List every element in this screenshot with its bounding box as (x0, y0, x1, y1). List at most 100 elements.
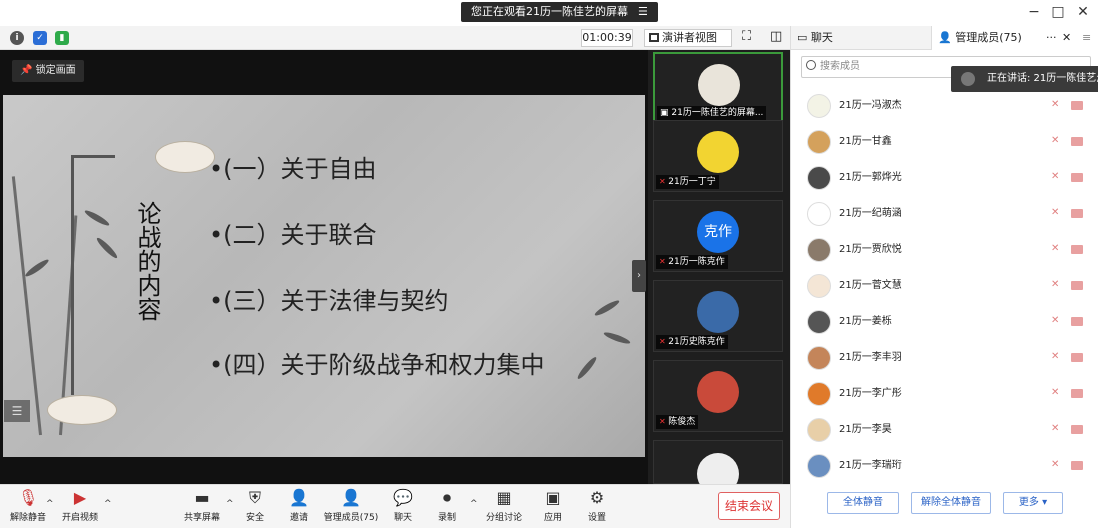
tab-chat[interactable]: ▭ 聊天 (791, 26, 931, 50)
video-off-icon[interactable] (1071, 245, 1083, 254)
watching-banner-text: 您正在观看21历一陈佳艺的屏幕 (471, 5, 628, 18)
search-placeholder: 搜索成员 (820, 61, 860, 72)
member-row[interactable]: 21历一李昊 ✕ (791, 412, 1098, 448)
video-off-icon[interactable] (1071, 281, 1083, 290)
bottom-toolbar: 🎙 解除静音 ^ ▶ 开启视频 ^ ▬ 共享屏幕 ^ ⛨ 安全 👤 邀请 👤 管理成员(75… (0, 484, 790, 528)
member-row[interactable]: 21历一李广彤 ✕ (791, 376, 1098, 412)
video-off-icon[interactable] (1071, 137, 1083, 146)
member-name: 21历一李昊 (839, 424, 892, 435)
info-icon[interactable]: i (10, 31, 24, 45)
sidebar-toggle-icon[interactable]: ◫ (770, 29, 782, 44)
bamboo-stalk (11, 176, 42, 436)
avatar (807, 166, 831, 190)
mic-muted-icon[interactable]: ✕ (1051, 459, 1059, 470)
avatar (807, 454, 831, 478)
tile-name: ✕ 陈俊杰 (656, 415, 699, 429)
mic-muted-icon: ✕ (659, 257, 669, 266)
video-off-icon[interactable] (1071, 317, 1083, 326)
close-button[interactable]: ✕ (1073, 4, 1093, 20)
chevron-up-icon[interactable]: ^ (46, 499, 54, 509)
member-row[interactable]: 21历一姜栎 ✕ (791, 304, 1098, 340)
chevron-up-icon[interactable]: ^ (104, 499, 112, 509)
member-row[interactable]: 21历一李瑞珩 ✕ (791, 448, 1098, 484)
video-off-icon[interactable] (1071, 101, 1083, 110)
share-screen-icon: ▬ (194, 488, 210, 507)
mic-muted-icon[interactable]: ✕ (1051, 135, 1059, 146)
member-row[interactable]: 21历一甘鑫 ✕ (791, 124, 1098, 160)
video-tile[interactable]: ✕ 21历史陈克作 (653, 280, 783, 352)
avatar (697, 131, 739, 173)
member-row[interactable]: 21历一纪萌涵 ✕ (791, 196, 1098, 232)
tile-name: ✕ 21历一丁宁 (656, 175, 719, 189)
close-panel-icon[interactable]: ✕ (1062, 26, 1071, 50)
mic-muted-icon: ✕ (659, 417, 669, 426)
settings-button[interactable]: ⚙ 设置 (582, 489, 612, 524)
shield-icon: ⛨ (248, 488, 261, 507)
lock-screen-label: 锁定画面 (35, 65, 76, 76)
mic-muted-icon[interactable]: ✕ (1051, 315, 1059, 326)
avatar (807, 274, 831, 298)
member-row[interactable]: 21历一李丰羽 ✕ (791, 340, 1098, 376)
mic-muted-icon[interactable]: ✕ (1051, 351, 1059, 362)
breakout-button[interactable]: ▦ 分组讨论 (484, 489, 524, 524)
video-off-icon[interactable] (1071, 173, 1083, 182)
list-icon[interactable]: ☰ (4, 400, 30, 422)
avatar (807, 202, 831, 226)
video-off-icon[interactable] (1071, 389, 1083, 398)
member-row[interactable]: 21历一贾欣悦 ✕ (791, 232, 1098, 268)
unmute-all-button[interactable]: 解除全体静音 (911, 492, 991, 514)
mic-muted-icon[interactable]: ✕ (1051, 207, 1059, 218)
invite-button[interactable]: 👤 邀请 (284, 489, 314, 524)
mic-muted-icon[interactable]: ✕ (1051, 99, 1059, 110)
start-video-button[interactable]: ▶ 开启视频 (60, 489, 100, 524)
end-meeting-button[interactable]: 结束会议 (718, 492, 780, 520)
avatar (697, 291, 739, 333)
video-tile[interactable]: ▣ 21历一陈佳艺的屏幕... (653, 52, 783, 124)
fullscreen-icon[interactable]: ⛶ (742, 29, 751, 44)
mic-muted-icon[interactable]: ✕ (1051, 243, 1059, 254)
video-off-icon[interactable] (1071, 425, 1083, 434)
video-off-icon[interactable] (1071, 209, 1083, 218)
mic-muted-icon[interactable]: ✕ (1051, 279, 1059, 290)
unmute-button[interactable]: 🎙 解除静音 (8, 489, 48, 524)
minimize-button[interactable]: − (1024, 4, 1044, 20)
bamboo-leaf (575, 355, 599, 381)
share-screen-button[interactable]: ▬ 共享屏幕 (182, 488, 222, 524)
security-button[interactable]: ⛨ 安全 (240, 488, 270, 524)
mic-muted-icon[interactable]: ✕ (1051, 423, 1059, 434)
tab-members[interactable]: 👤 管理成员(75) ··· ✕ ≡ (931, 26, 1098, 50)
member-row[interactable]: 21历一郭烨光 ✕ (791, 160, 1098, 196)
maximize-button[interactable]: □ (1048, 4, 1068, 20)
record-button[interactable]: ⏺ 录制 (432, 489, 462, 524)
mic-muted-icon[interactable]: ✕ (1051, 387, 1059, 398)
video-tile[interactable]: 克作 ✕ 21历一陈克作 (653, 200, 783, 272)
video-off-icon[interactable] (1071, 353, 1083, 362)
more-options-icon[interactable]: ··· (1046, 26, 1057, 50)
video-tile[interactable]: ✕ 21历一丁宁 (653, 120, 783, 192)
chat-icon: ▭ (797, 31, 811, 44)
shield-icon[interactable]: ✓ (33, 31, 47, 45)
menu-icon[interactable]: ☰ (638, 2, 648, 22)
speaker-view-button[interactable]: 演讲者视图 ▾ (644, 29, 732, 60)
video-tile[interactable]: ✕ 陈俊杰 (653, 360, 783, 432)
mic-muted-icon: ✕ (659, 177, 669, 186)
member-row[interactable]: 21历一菅文慧 ✕ (791, 268, 1098, 304)
mic-muted-icon[interactable]: ✕ (1051, 171, 1059, 182)
chat-button[interactable]: 💬 聊天 (388, 489, 418, 524)
record-label: 录制 (437, 513, 456, 523)
video-tile[interactable] (653, 440, 783, 495)
lock-screen-button[interactable]: 📌 锁定画面 (12, 60, 84, 82)
start-video-label: 开启视频 (61, 513, 98, 523)
video-off-icon[interactable] (1071, 461, 1083, 470)
more-button[interactable]: 更多 ▾ (1003, 492, 1063, 514)
chevron-up-icon[interactable]: ^ (470, 499, 478, 509)
manage-members-button[interactable]: 👤 管理成员(75) (322, 489, 380, 524)
chevron-up-icon[interactable]: ^ (226, 499, 234, 509)
mute-all-button[interactable]: 全体静音 (827, 492, 899, 514)
signal-icon[interactable]: ▮ (55, 31, 69, 45)
apps-button[interactable]: ▣ 应用 (538, 489, 568, 524)
collapse-strip-button[interactable]: › (632, 260, 646, 292)
menu-icon[interactable]: ≡ (1082, 26, 1091, 50)
member-row[interactable]: 21历一冯淑杰 ✕ (791, 88, 1098, 124)
watching-banner[interactable]: 您正在观看21历一陈佳艺的屏幕 ☰ (461, 2, 658, 22)
